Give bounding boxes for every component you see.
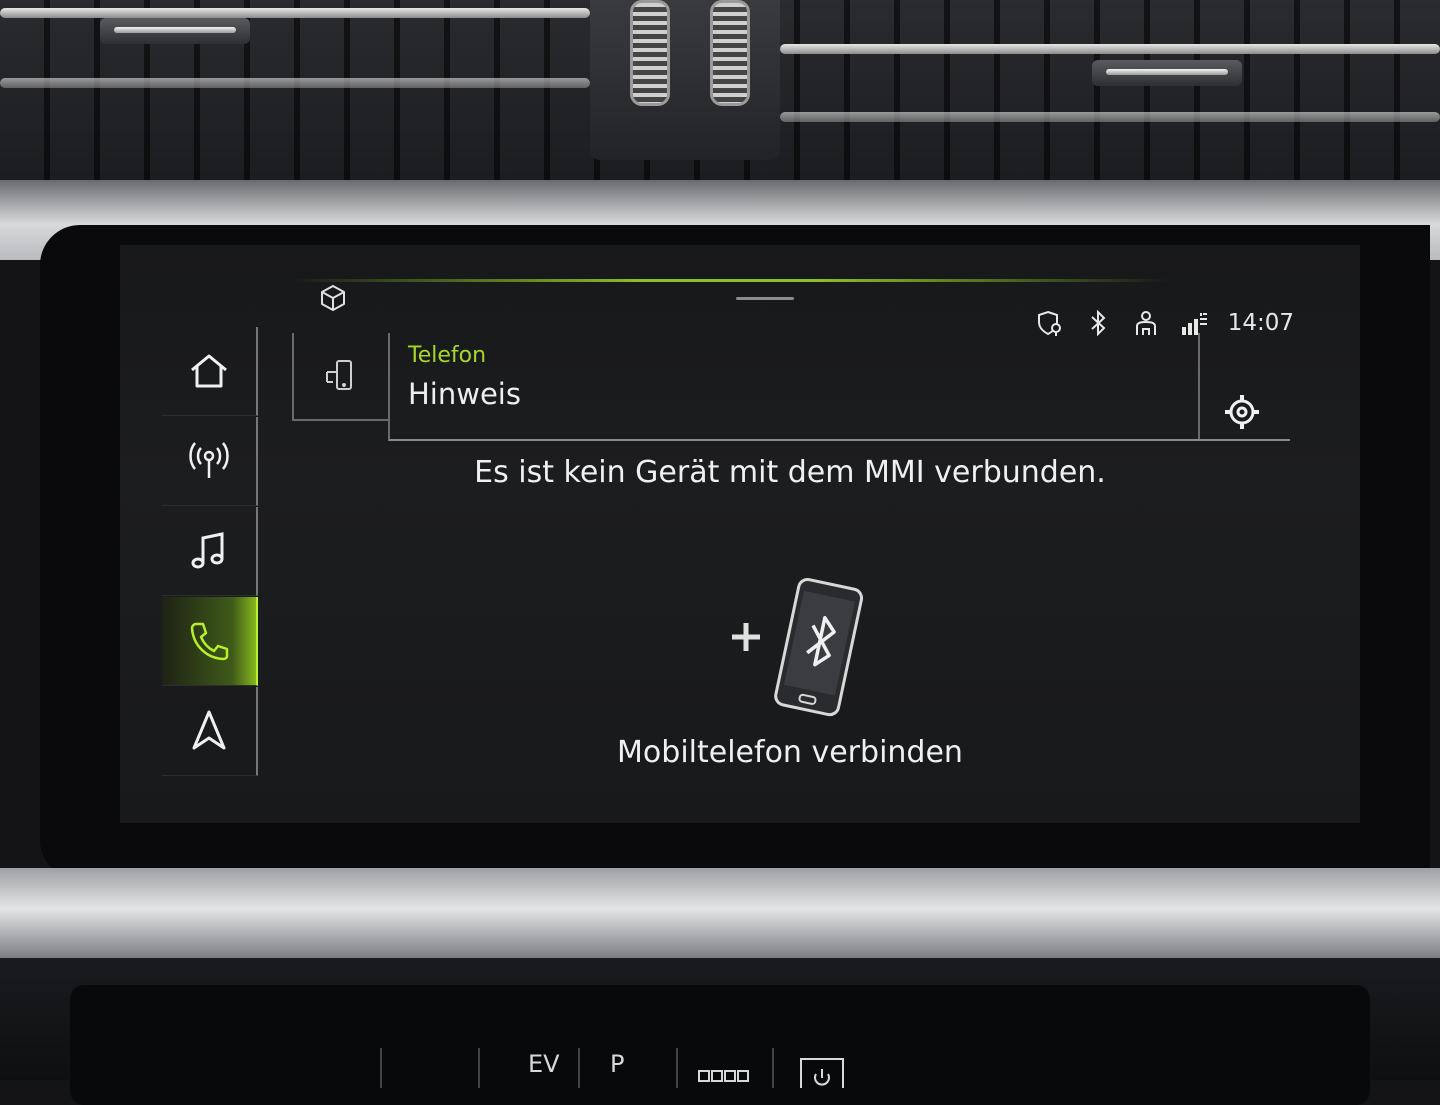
ev-label: EV xyxy=(528,1050,560,1078)
screen-header: Telefon Hinweis xyxy=(292,333,1292,441)
music-note-icon xyxy=(191,532,224,569)
header-divider xyxy=(1196,439,1290,441)
no-device-message: Es ist kein Gerät mit dem MMI verbunden. xyxy=(474,455,1106,490)
navigation-arrow-icon xyxy=(192,710,226,750)
home-icon xyxy=(191,354,227,388)
main-menu-sidebar xyxy=(162,327,258,787)
title-block: Telefon Hinweis xyxy=(388,333,1200,441)
sidebar-item-radio[interactable] xyxy=(162,417,258,506)
power-button-icon[interactable] xyxy=(800,1058,844,1100)
active-glow xyxy=(290,279,1170,282)
lower-divider xyxy=(772,1048,774,1088)
sidebar-item-home[interactable] xyxy=(162,327,258,416)
device-manager-button[interactable] xyxy=(292,333,388,421)
lower-divider xyxy=(578,1048,580,1088)
lower-divider xyxy=(380,1048,382,1088)
lower-divider xyxy=(676,1048,678,1088)
phone-connect-icon xyxy=(326,360,352,390)
radio-antenna-icon xyxy=(189,442,229,478)
connect-phone-button[interactable]: Mobiltelefon verbinden xyxy=(590,575,990,785)
add-bluetooth-phone-icon xyxy=(732,577,864,717)
connect-phone-label: Mobiltelefon verbinden xyxy=(617,735,963,770)
breadcrumb: Telefon xyxy=(408,343,487,368)
sensor-grid-icon[interactable] xyxy=(698,1062,750,1090)
settings-button[interactable] xyxy=(1202,381,1282,443)
lower-divider xyxy=(478,1048,480,1088)
parking-button[interactable]: P xyxy=(610,1050,624,1078)
cube-icon[interactable] xyxy=(318,283,348,313)
ev-mode-button[interactable]: EV xyxy=(528,1050,560,1078)
parking-label: P xyxy=(610,1050,625,1078)
sidebar-item-navigation[interactable] xyxy=(162,687,258,776)
sidebar-item-media[interactable] xyxy=(162,507,258,596)
dashboard-trim-lower xyxy=(0,868,1440,958)
page-title: Hinweis xyxy=(408,377,521,411)
pull-down-handle[interactable] xyxy=(736,297,794,300)
phone-handset-icon xyxy=(190,622,229,661)
mmi-screen: 14:07 Telefon Hinweis Es ist kein Gerät … xyxy=(120,245,1360,823)
air-vents xyxy=(0,0,1440,190)
gear-icon xyxy=(1225,395,1259,429)
sidebar-item-phone[interactable] xyxy=(162,597,258,686)
